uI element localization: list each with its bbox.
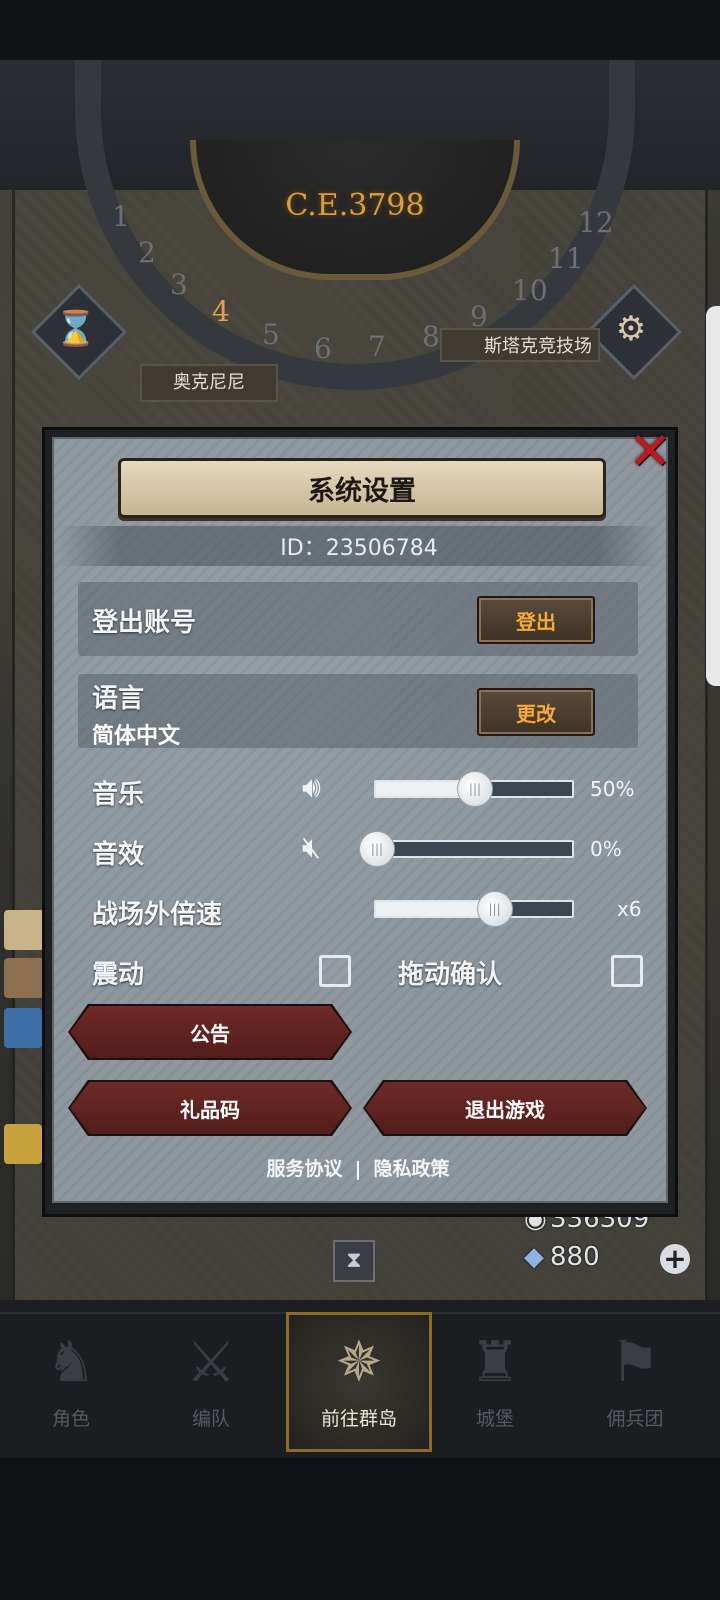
bottom-system-area (0, 1458, 720, 1600)
music-value: 50% (590, 777, 635, 801)
calendar-number-6: 6 (314, 332, 332, 365)
calendar-number-8: 8 (422, 320, 440, 353)
legal-links: 服务协议 | 隐私政策 (52, 1154, 664, 1181)
nav-item-squad[interactable]: ⚔ 编队 (142, 1320, 280, 1444)
calendar-number-4: 4 (212, 295, 230, 328)
status-bar-area (0, 0, 720, 60)
speaker-on-icon[interactable]: 🔊︎ (302, 770, 321, 805)
close-icon[interactable]: ✕ (628, 426, 672, 478)
vibration-label: 震动 (92, 960, 145, 990)
sfx-slider-knob[interactable]: ||| (359, 831, 395, 867)
squad-icon: ⚔ (185, 1330, 237, 1395)
gear-icon[interactable]: ⚙ (600, 298, 662, 360)
drag-confirm-label: 拖动确认 (398, 960, 503, 990)
calendar-number-11: 11 (548, 242, 584, 275)
legal-separator: | (354, 1158, 362, 1180)
nav-item-character[interactable]: ♞ 角色 (2, 1320, 140, 1444)
era-year: C.E.3798 (285, 188, 425, 223)
castle-icon: ♜ (469, 1330, 521, 1395)
nav-item-islands[interactable]: ✵ 前往群岛 (290, 1320, 428, 1444)
edge-handle[interactable] (706, 306, 720, 686)
nav-label-character: 角色 (51, 1408, 90, 1430)
vibration-checkbox[interactable] (319, 955, 351, 987)
calendar-number-10: 10 (512, 274, 548, 307)
speed-slider-fill (376, 902, 494, 916)
book-icon[interactable] (4, 958, 44, 998)
nav-label-mercenary: 佣兵团 (606, 1408, 664, 1430)
logout-button[interactable]: 登出 (477, 596, 595, 644)
compass-icon: ✵ (335, 1330, 383, 1395)
calendar-number-5: 5 (262, 318, 280, 351)
gift-code-button[interactable]: 礼品码 (70, 1082, 350, 1134)
battle-icon[interactable] (4, 1008, 42, 1048)
nav-item-castle[interactable]: ♜ 城堡 (426, 1320, 564, 1444)
speed-slider[interactable] (374, 900, 574, 918)
calendar-number-2: 2 (138, 236, 156, 269)
music-label: 音乐 (92, 780, 145, 810)
calendar-number-12: 12 (578, 206, 614, 239)
calendar-number-1: 1 (112, 200, 130, 233)
language-label: 语言 (92, 684, 145, 714)
logout-label: 登出账号 (92, 608, 197, 638)
hourglass-icon[interactable]: ⌛ (45, 298, 107, 360)
place-label-arena[interactable]: 斯塔克竞技场 (440, 328, 600, 362)
add-currency-icon[interactable]: + (660, 1244, 690, 1274)
mercenary-icon: ⚑ (609, 1330, 661, 1395)
nav-label-castle: 城堡 (475, 1408, 514, 1430)
terms-link[interactable]: 服务协议 (267, 1158, 343, 1180)
speed-label: 战场外倍速 (92, 900, 223, 930)
notice-button[interactable]: 公告 (70, 1006, 350, 1058)
nav-label-squad: 编队 (191, 1408, 230, 1430)
sfx-label: 音效 (92, 840, 145, 870)
nav-item-mercenary[interactable]: ⚑ 佣兵团 (566, 1320, 704, 1444)
crystal-amount: 880 (550, 1242, 600, 1272)
collapse-icon[interactable]: ⧗ (333, 1240, 375, 1282)
sfx-slider[interactable] (374, 840, 574, 858)
speed-slider-knob[interactable]: ||| (476, 891, 513, 927)
change-language-button[interactable]: 更改 (477, 688, 595, 736)
speaker-muted-icon[interactable]: 🔇︎ (302, 830, 321, 865)
speed-value: x6 (617, 897, 642, 921)
crystal-icon: ◆ (524, 1242, 544, 1272)
calendar-number-3: 3 (170, 268, 188, 301)
scroll-icon[interactable] (4, 910, 44, 950)
language-value: 简体中文 (92, 724, 181, 749)
nav-label-islands: 前往群岛 (320, 1408, 397, 1430)
search-icon[interactable] (4, 1124, 42, 1164)
privacy-link[interactable]: 隐私政策 (373, 1158, 449, 1180)
music-slider-knob[interactable]: ||| (457, 771, 493, 807)
sfx-value: 0% (590, 837, 622, 861)
knight-icon: ♞ (45, 1330, 97, 1395)
place-label-okenini[interactable]: 奥克尼尼 (140, 364, 278, 402)
exit-game-button[interactable]: 退出游戏 (365, 1082, 645, 1134)
calendar-number-7: 7 (368, 330, 386, 363)
drag-confirm-checkbox[interactable] (611, 955, 643, 987)
player-id: ID：23506784 (58, 526, 660, 566)
dialog-title: 系统设置 (118, 458, 606, 518)
